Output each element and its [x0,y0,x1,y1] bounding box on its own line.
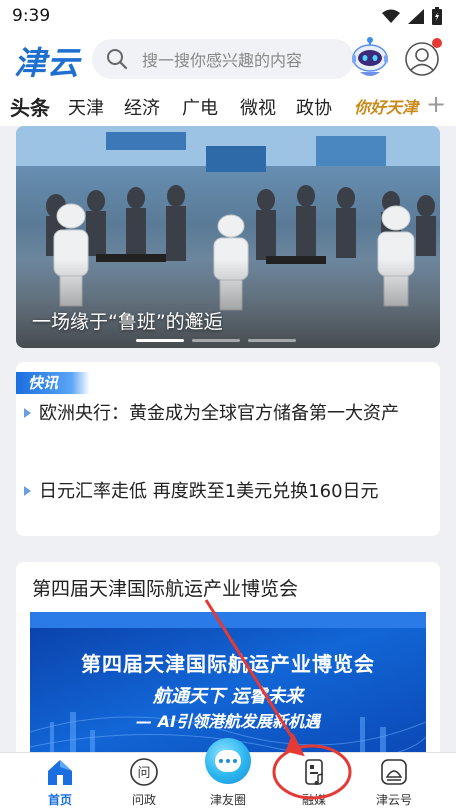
bullet-triangle-icon [24,408,31,418]
app-logo: 津云 [14,44,81,82]
flash-badge-label: 快讯 [28,374,59,392]
nav-label: 首页 [47,793,72,807]
article-title: 第四届天津国际航运产业博览会 [32,578,299,600]
hero-caption: 一场缘于“鲁班”的邂逅 [32,311,223,333]
nav-label: 融媒 [301,793,326,807]
battery-icon [432,7,442,25]
search-input[interactable]: 搜一搜你感兴趣的内容 [92,39,354,79]
media-icon [305,759,324,785]
nav-label: 津云号 [375,793,412,807]
nav-label: 津友圈 [209,793,246,807]
tab-microvideo[interactable]: 微视 [240,94,276,120]
tab-hello-tianjin[interactable]: 你好天津 [354,94,418,118]
tab-headlines[interactable]: 头条 [10,92,50,121]
hero-carousel[interactable]: 一场缘于“鲁班”的邂逅 [16,126,440,348]
signal-icon [408,8,424,24]
banner-subtitle: — AI引领港航发展新机遇 [136,712,320,731]
nav-media[interactable]: 融媒 [276,753,352,810]
status-icons [382,7,442,25]
nav-label: 问政 [131,793,156,807]
bullet-triangle-icon [24,486,31,496]
carousel-dot [192,339,240,342]
tab-economy[interactable]: 经济 [124,94,160,120]
flash-item[interactable]: 欧洲央行：黄金成为全球官方储备第一大资产 [24,400,429,428]
nav-jinyun-account[interactable]: 津云号 [356,753,432,810]
wifi-icon [382,9,400,23]
flash-news-card: 快讯 欧洲央行：黄金成为全球官方储备第一大资产 日元汇率走低 再度跌至1美元兑换… [16,362,440,536]
search-placeholder: 搜一搜你感兴趣的内容 [142,51,303,70]
chat-circle-button[interactable] [205,738,251,784]
carousel-dot [248,339,296,342]
flash-item-text: 欧洲央行：黄金成为全球官方储备第一大资产 [39,403,399,424]
ai-assistant-robot-icon[interactable] [348,36,392,80]
add-channel-icon[interactable]: + [426,90,446,118]
flash-item-text: 日元汇率走低 再度跌至1美元兑换160日元 [39,481,379,502]
channel-tabs: 头条 天津 经济 广电 微视 政协 你好天津 + [0,88,456,126]
search-icon [107,49,128,70]
carousel-dot [136,339,184,342]
flash-item[interactable]: 日元汇率走低 再度跌至1美元兑换160日元 [24,478,429,506]
app-header: 津云 搜一搜你感兴趣的内容 [0,32,456,88]
account-icon [381,759,407,785]
tab-broadcast[interactable]: 广电 [182,94,218,120]
carousel-indicator [136,339,296,342]
tab-cppcc[interactable]: 政协 [296,94,332,120]
home-icon [48,760,72,785]
status-time: 9:39 [12,6,51,26]
banner-slogan: 航通天下 运睿未来 [152,686,304,707]
article-card[interactable]: 第四届天津国际航运产业博览会 第四届天津国际航运产业博览会 航通天下 运睿未来 … [16,562,440,762]
tab-tianjin[interactable]: 天津 [68,94,104,120]
svg-text:问: 问 [137,766,150,781]
banner-title: 第四届天津国际航运产业博览会 [81,652,375,676]
flash-badge: 快讯 [16,372,90,394]
inquiry-icon: 问 [130,758,158,786]
nav-home[interactable]: 首页 [22,753,98,810]
chat-icon [215,750,241,772]
status-bar: 9:39 [0,0,456,32]
notification-dot [432,38,442,48]
nav-inquiry[interactable]: 问 问政 [106,753,182,810]
